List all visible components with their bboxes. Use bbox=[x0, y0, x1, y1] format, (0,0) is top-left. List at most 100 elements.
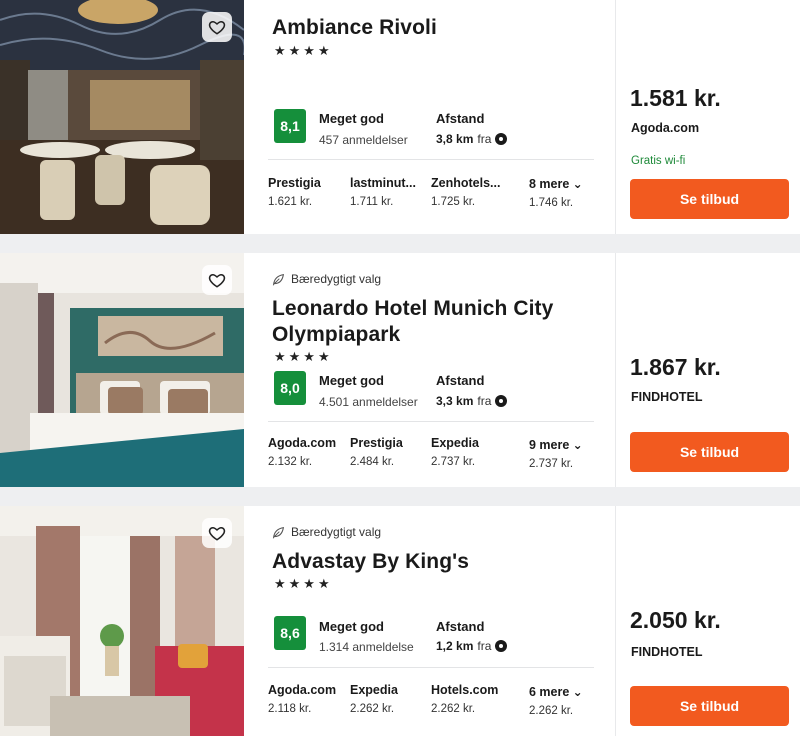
favorite-button[interactable] bbox=[202, 265, 232, 295]
distance-value[interactable]: 3,8 km fra bbox=[436, 132, 508, 146]
provider-offer[interactable]: Zenhotels... 1.725 kr. bbox=[431, 176, 513, 208]
hotel-stars: ★★★★ bbox=[274, 576, 333, 591]
hotel-info: Bæredygtigt valg Advastay By King's ★★★★… bbox=[268, 506, 598, 736]
favorite-button[interactable] bbox=[202, 12, 232, 42]
hotel-photo[interactable] bbox=[0, 253, 244, 487]
leaf-icon bbox=[272, 526, 285, 539]
provider-price: 2.737 kr. bbox=[529, 458, 574, 470]
provider-price: 2.262 kr. bbox=[431, 703, 476, 715]
provider-price: 2.484 kr. bbox=[350, 456, 395, 468]
location-dot-icon bbox=[495, 133, 508, 145]
eco-label: Bæredygtigt valg bbox=[291, 272, 382, 286]
provider-name: Hotels.com bbox=[431, 683, 499, 697]
provider-price: 2.262 kr. bbox=[350, 703, 395, 715]
see-deal-button[interactable]: Se tilbud bbox=[630, 432, 789, 472]
price-source: FINDHOTEL bbox=[631, 645, 703, 659]
review-count[interactable]: 457 anmeldelser bbox=[319, 133, 408, 147]
hotel-name[interactable]: Advastay By King's bbox=[272, 549, 469, 575]
rating-label: Meget god bbox=[319, 373, 384, 388]
provider-offer[interactable]: Expedia 2.262 kr. bbox=[350, 683, 432, 715]
provider-offer[interactable]: Expedia 2.737 kr. bbox=[431, 436, 513, 468]
more-offers-button[interactable]: 6 mere 2.262 kr. bbox=[529, 685, 611, 717]
hotel-card[interactable]: Bæredygtigt valg Advastay By King's ★★★★… bbox=[0, 506, 800, 736]
column-separator bbox=[615, 0, 616, 234]
score-badge: 8,6 bbox=[274, 616, 306, 650]
distance-suffix: fra bbox=[477, 639, 492, 653]
provider-name: Zenhotels... bbox=[431, 176, 501, 190]
provider-price: 1.746 kr. bbox=[529, 197, 574, 209]
score-badge: 8,1 bbox=[274, 109, 306, 143]
provider-price: 1.621 kr. bbox=[268, 196, 313, 208]
distance-label: Afstand bbox=[436, 111, 485, 126]
divider bbox=[268, 421, 594, 422]
column-separator bbox=[615, 253, 616, 487]
more-offers-label: 6 mere bbox=[529, 685, 611, 699]
provider-name: Expedia bbox=[431, 436, 479, 450]
best-price: 1.581 kr. bbox=[630, 85, 721, 111]
provider-price: 1.725 kr. bbox=[431, 196, 476, 208]
hotel-name-line2[interactable]: Olympiapark bbox=[272, 322, 400, 348]
more-offers-button[interactable]: 9 mere 2.737 kr. bbox=[529, 438, 611, 470]
provider-offer[interactable]: Agoda.com 2.132 kr. bbox=[268, 436, 350, 468]
price-source: Agoda.com bbox=[631, 121, 700, 135]
rating-label: Meget god bbox=[319, 111, 384, 126]
more-offers-label: 9 mere bbox=[529, 438, 611, 452]
rating-label: Meget god bbox=[319, 619, 384, 634]
hotel-stars: ★★★★ bbox=[274, 43, 333, 58]
provider-price: 2.737 kr. bbox=[431, 456, 476, 468]
hotel-card[interactable]: Bæredygtigt valg Leonardo Hotel Munich C… bbox=[0, 253, 800, 487]
distance-km: 3,8 km bbox=[436, 132, 474, 146]
distance-label: Afstand bbox=[436, 373, 485, 388]
hotel-photo[interactable] bbox=[0, 0, 244, 234]
more-offers-button[interactable]: 8 mere 1.746 kr. bbox=[529, 177, 611, 209]
distance-value[interactable]: 3,3 km fra bbox=[436, 394, 508, 408]
hotel-info: Ambiance Rivoli ★★★★ 8,1 Meget god 457 a… bbox=[268, 0, 598, 234]
distance-km: 3,3 km bbox=[436, 394, 474, 408]
see-deal-button[interactable]: Se tilbud bbox=[630, 686, 789, 726]
hotel-stars: ★★★★ bbox=[274, 349, 333, 364]
eco-badge[interactable]: Bæredygtigt valg bbox=[272, 525, 381, 539]
heart-icon bbox=[208, 273, 226, 288]
column-separator bbox=[615, 506, 616, 736]
provider-name: Agoda.com bbox=[268, 683, 337, 697]
see-deal-button[interactable]: Se tilbud bbox=[630, 179, 789, 219]
provider-price: 2.262 kr. bbox=[529, 705, 574, 717]
distance-value[interactable]: 1,2 km fra bbox=[436, 639, 508, 653]
eco-badge[interactable]: Bæredygtigt valg bbox=[272, 272, 381, 286]
review-count[interactable]: 1.314 anmeldelse bbox=[319, 640, 414, 654]
provider-name: Agoda.com bbox=[268, 436, 337, 450]
location-dot-icon bbox=[495, 395, 508, 407]
provider-offer[interactable]: Agoda.com 2.118 kr. bbox=[268, 683, 350, 715]
hotel-photo[interactable] bbox=[0, 506, 244, 736]
perk-label: Gratis wi-fi bbox=[631, 155, 686, 167]
provider-offer[interactable]: lastminut... 1.711 kr. bbox=[350, 176, 432, 208]
divider bbox=[268, 667, 594, 668]
distance-suffix: fra bbox=[477, 132, 492, 146]
more-offers-label: 8 mere bbox=[529, 177, 611, 191]
provider-price: 2.118 kr. bbox=[268, 703, 312, 715]
score-badge: 8,0 bbox=[274, 371, 306, 405]
review-count[interactable]: 4.501 anmeldelser bbox=[319, 395, 418, 409]
provider-price: 1.711 kr. bbox=[350, 196, 394, 208]
provider-offer[interactable]: Prestigia 2.484 kr. bbox=[350, 436, 432, 468]
hotel-name[interactable]: Ambiance Rivoli bbox=[272, 15, 437, 41]
hotel-card[interactable]: Ambiance Rivoli ★★★★ 8,1 Meget god 457 a… bbox=[0, 0, 800, 234]
price-source: FINDHOTEL bbox=[631, 390, 703, 404]
hotel-name[interactable]: Leonardo Hotel Munich City bbox=[272, 296, 553, 322]
provider-offer[interactable]: Prestigia 1.621 kr. bbox=[268, 176, 350, 208]
distance-suffix: fra bbox=[477, 394, 492, 408]
provider-name: Expedia bbox=[350, 683, 398, 697]
distance-label: Afstand bbox=[436, 619, 485, 634]
best-price: 2.050 kr. bbox=[630, 607, 721, 633]
favorite-button[interactable] bbox=[202, 518, 232, 548]
provider-name: lastminut... bbox=[350, 176, 416, 190]
provider-name: Prestigia bbox=[350, 436, 403, 450]
best-price: 1.867 kr. bbox=[630, 354, 721, 380]
location-dot-icon bbox=[495, 640, 508, 652]
provider-offer[interactable]: Hotels.com 2.262 kr. bbox=[431, 683, 513, 715]
eco-label: Bæredygtigt valg bbox=[291, 525, 382, 539]
hotel-info: Bæredygtigt valg Leonardo Hotel Munich C… bbox=[268, 253, 598, 487]
heart-icon bbox=[208, 20, 226, 35]
provider-price: 2.132 kr. bbox=[268, 456, 313, 468]
heart-icon bbox=[208, 526, 226, 541]
